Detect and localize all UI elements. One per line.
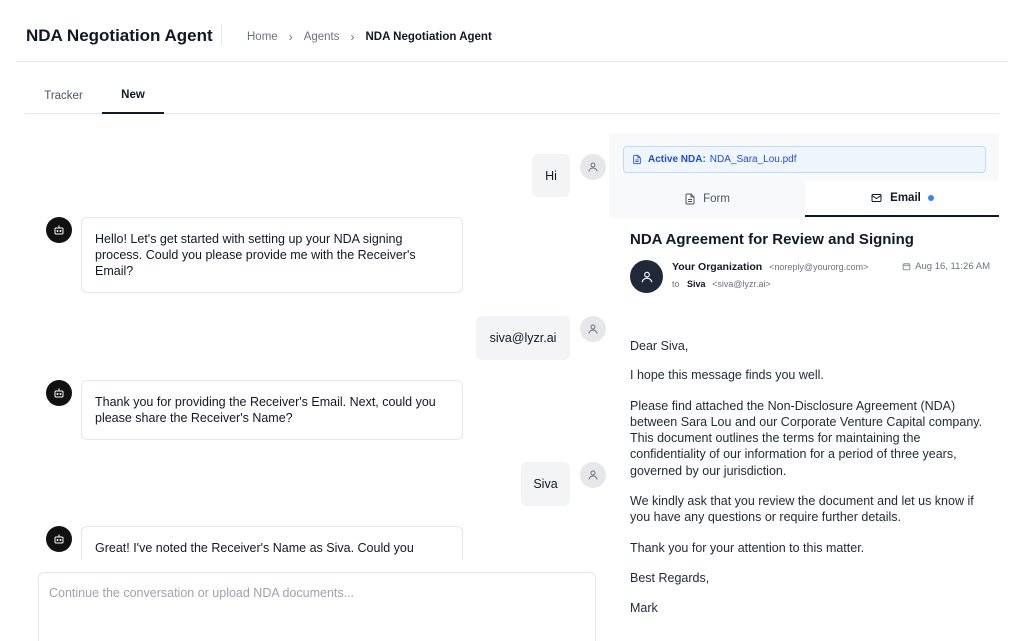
robot-icon [54,388,64,398]
tab-email[interactable]: Email [805,181,999,217]
main-tabs: Tracker New [25,78,999,114]
user-avatar [580,462,606,488]
breadcrumb-home[interactable]: Home [247,31,278,43]
user-icon [588,470,598,480]
user-avatar [580,154,606,180]
message-input[interactable] [39,573,595,613]
tab-form-label: Form [703,193,730,205]
bot-avatar [46,217,72,243]
bot-message: Thank you for providing the Receiver's E… [46,380,463,440]
user-message: Hi [532,154,608,197]
to-prefix: to [672,279,680,289]
user-avatar [580,316,606,342]
tab-new[interactable]: New [102,78,164,114]
bot-message: Great! I've noted the Receiver's Name as… [46,526,463,560]
email-paragraph: Mark [630,601,658,616]
email-paragraph: I hope this message finds you well. [630,368,824,383]
bot-bubble: Great! I've noted the Receiver's Name as… [81,526,463,560]
panel-header: Active NDA: NDA_Sara_Lou.pdf Form Email [609,133,999,218]
email-paragraph: Please find attached the Non-Disclosure … [630,398,983,478]
email-paragraph: Thank you for your attention to this mat… [630,540,865,555]
user-message: Siva [521,462,608,506]
active-nda-file[interactable]: NDA_Sara_Lou.pdf [710,154,797,165]
user-icon [588,324,598,334]
user-icon [641,271,652,282]
sender-address: <noreply@yourorg.com> [769,262,869,272]
breadcrumb-agents[interactable]: Agents [304,31,340,43]
email-paragraph: Dear Siva, [630,339,689,353]
bot-message: Hello! Let's get started with setting up… [46,217,463,293]
header-divider [221,24,222,46]
robot-icon [54,534,64,544]
robot-icon [54,225,64,235]
bot-avatar [46,380,72,406]
active-nda-label: Active NDA: [648,154,706,165]
chevron-right-icon: › [350,30,355,44]
email-to: to Siva <siva@lyzr.ai> [672,279,771,289]
message-composer [38,572,596,641]
tab-email-label: Email [890,192,921,204]
breadcrumb: Home › Agents › NDA Negotiation Agent [247,30,492,44]
app-title: NDA Negotiation Agent [26,26,213,45]
email-date: Aug 16, 11:26 AM [902,261,990,272]
email-paragraph: We kindly ask that you review the docume… [630,494,974,525]
email-subject: NDA Agreement for Review and Signing [630,231,914,248]
email-date-text: Aug 16, 11:26 AM [915,261,990,272]
chevron-right-icon: › [288,30,293,44]
active-nda-banner[interactable]: Active NDA: NDA_Sara_Lou.pdf [623,146,986,173]
bot-bubble: Thank you for providing the Receiver's E… [81,380,463,440]
email-from: Your Organization <noreply@yourorg.com> [672,261,868,273]
sender-avatar [630,260,663,293]
user-bubble: Hi [532,154,570,197]
unread-dot [927,195,934,201]
bot-avatar [46,526,72,552]
document-icon [685,193,695,205]
email-paragraph: Best Regards, [630,570,710,585]
breadcrumb-current: NDA Negotiation Agent [365,31,492,43]
email-preview: NDA Agreement for Review and Signing You… [630,231,990,617]
tab-form[interactable]: Form [609,181,805,217]
user-bubble: siva@lyzr.ai [476,316,570,360]
document-icon [633,154,641,165]
sender-name: Your Organization [672,261,763,273]
recipient-name: Siva [687,279,706,289]
bot-bubble: Hello! Let's get started with setting up… [81,217,463,293]
chat-thread: Hi Hello! Let's get started with setting… [26,135,608,560]
email-sender: Your Organization <noreply@yourorg.com> … [630,260,990,300]
user-bubble: Siva [521,462,570,506]
header-bar: NDA Negotiation Agent Home › Agents › ND… [16,0,1008,62]
app-header: NDA Negotiation Agent Home › Agents › ND… [0,0,1024,62]
nda-panel: Active NDA: NDA_Sara_Lou.pdf Form Email … [609,133,999,641]
calendar-icon [902,263,911,271]
user-icon [588,162,598,172]
user-message: siva@lyzr.ai [476,316,608,360]
tab-tracker[interactable]: Tracker [25,78,102,113]
mail-icon [871,194,882,202]
recipient-address: <siva@lyzr.ai> [712,279,771,289]
